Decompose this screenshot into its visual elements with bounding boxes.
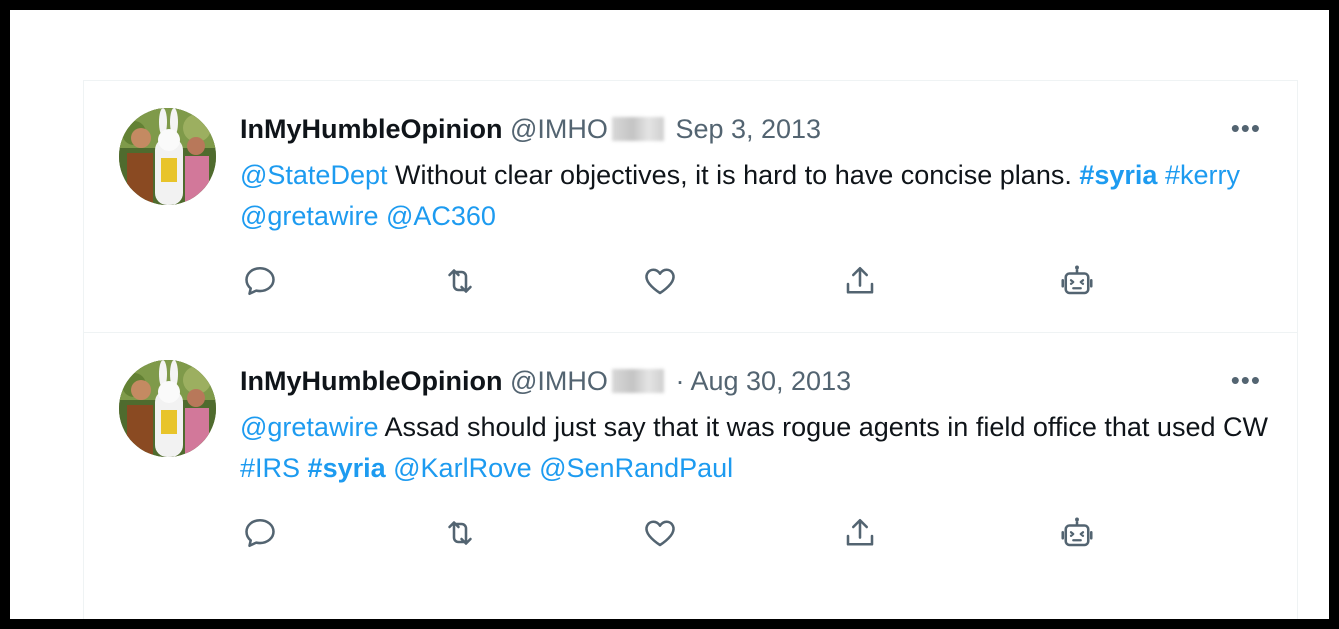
bot-button[interactable] — [1057, 513, 1097, 553]
share-button[interactable] — [840, 513, 880, 553]
tweet-text-segment — [1157, 160, 1165, 190]
tweet-date[interactable]: Aug 30, 2013 — [690, 366, 851, 396]
reply-button[interactable] — [240, 261, 280, 301]
tweet-actions — [240, 513, 1140, 553]
display-name[interactable]: InMyHumbleOpinion — [240, 114, 503, 144]
tweet-text: @StateDept Without clear objectives, it … — [240, 155, 1270, 237]
tweet-text-segment — [378, 201, 386, 231]
display-name[interactable]: InMyHumbleOpinion — [240, 366, 503, 396]
bot-button[interactable] — [1057, 261, 1097, 301]
share-icon — [846, 266, 874, 294]
tweet-text: @gretawire Assad should just say that it… — [240, 407, 1270, 489]
reply-icon — [245, 518, 275, 548]
tweet[interactable]: InMyHumbleOpinion @IMHO Sep 3, 2013 ••• … — [84, 81, 1297, 333]
tweet-text-segment — [386, 453, 394, 483]
redacted-handle — [611, 117, 664, 141]
share-button[interactable] — [840, 261, 880, 301]
avatar[interactable] — [119, 360, 216, 457]
tweet-actions — [240, 261, 1140, 301]
mention-link[interactable]: @SenRandPaul — [539, 453, 733, 483]
mention-link[interactable]: @KarlRove — [393, 453, 531, 483]
reply-button[interactable] — [240, 513, 280, 553]
hashtag-link[interactable]: #kerry — [1165, 160, 1240, 190]
more-options-icon[interactable]: ••• — [1231, 367, 1261, 393]
user-handle[interactable]: @IMHO — [510, 366, 608, 396]
separator-dot: · — [675, 366, 685, 396]
retweet-button[interactable] — [440, 261, 480, 301]
avatar[interactable] — [119, 108, 216, 205]
mention-link[interactable]: @gretawire — [240, 201, 378, 231]
user-handle[interactable]: @IMHO — [510, 114, 608, 144]
redacted-handle — [611, 369, 664, 393]
mention-link[interactable]: @gretawire — [240, 412, 378, 442]
hashtag-link[interactable]: #IRS — [240, 453, 300, 483]
like-button[interactable] — [640, 261, 680, 301]
bot-icon — [1061, 265, 1093, 295]
tweet[interactable]: InMyHumbleOpinion @IMHO · Aug 30, 2013 •… — [84, 333, 1297, 584]
tweet-text-segment — [532, 453, 540, 483]
tweet-header: InMyHumbleOpinion @IMHO Sep 3, 2013 — [240, 111, 821, 147]
tweet-text-segment: Without clear objectives, it is hard to … — [387, 160, 1080, 190]
retweet-icon — [448, 269, 472, 293]
hashtag-link[interactable]: #syria — [1079, 160, 1157, 190]
like-button[interactable] — [640, 513, 680, 553]
screenshot-frame: InMyHumbleOpinion @IMHO Sep 3, 2013 ••• … — [10, 10, 1329, 619]
tweet-text-segment — [300, 453, 308, 483]
mention-link[interactable]: @AC360 — [386, 201, 496, 231]
retweet-button[interactable] — [440, 513, 480, 553]
mention-link[interactable]: @StateDept — [240, 160, 388, 190]
tweet-text-segment: Assad should just say that it was rogue … — [378, 412, 1268, 442]
reply-icon — [245, 266, 275, 296]
bot-icon — [1061, 517, 1093, 547]
like-icon — [645, 268, 675, 295]
like-icon — [645, 520, 675, 547]
hashtag-link[interactable]: #syria — [308, 453, 386, 483]
share-icon — [846, 518, 874, 546]
more-options-icon[interactable]: ••• — [1231, 115, 1261, 141]
tweet-header: InMyHumbleOpinion @IMHO · Aug 30, 2013 — [240, 363, 851, 399]
retweet-icon — [448, 521, 472, 545]
timeline: InMyHumbleOpinion @IMHO Sep 3, 2013 ••• … — [83, 80, 1298, 619]
tweet-date[interactable]: Sep 3, 2013 — [675, 114, 821, 144]
